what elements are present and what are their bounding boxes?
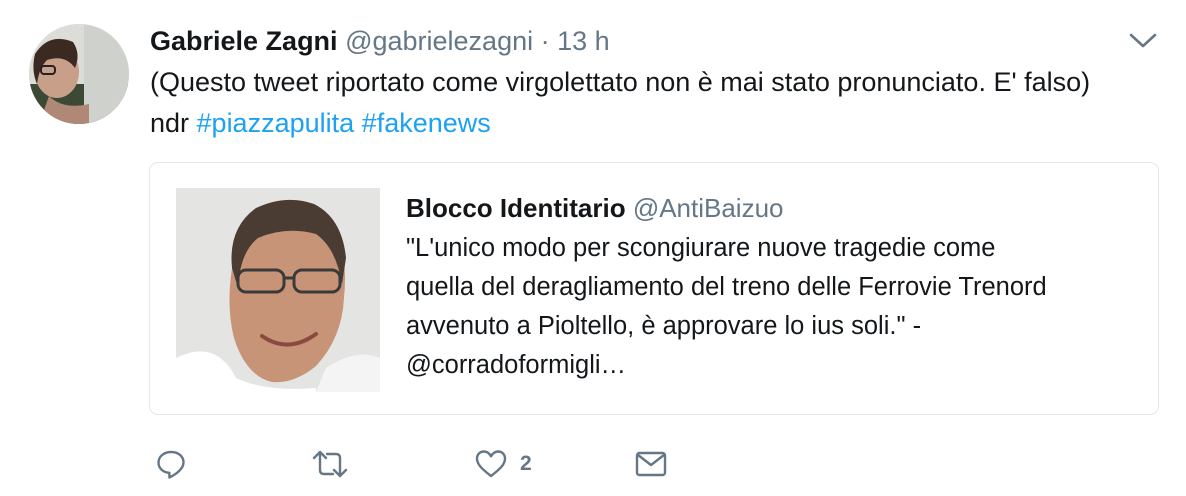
- quoted-tweet-photo[interactable]: [176, 188, 380, 392]
- more-options-chevron-down-icon[interactable]: [1128, 30, 1158, 52]
- retweet-icon: [312, 448, 348, 480]
- reply-button[interactable]: [155, 444, 187, 484]
- quoted-tweet-card[interactable]: Blocco Identitario @AntiBaizuo "L'unico …: [149, 162, 1159, 415]
- quoted-text-line: "L'unico modo per scongiurare nuove trag…: [406, 234, 996, 262]
- tweet-text-line: (Questo tweet riportato come virgolettat…: [150, 67, 1091, 97]
- hashtag-link[interactable]: #fakenews: [362, 108, 491, 138]
- quoted-text-line: quella del deragliamento del treno delle…: [406, 273, 1047, 301]
- like-count: 2: [520, 452, 532, 475]
- quoted-author-name[interactable]: Blocco Identitario: [406, 193, 626, 223]
- quoted-tweet-text: "L'unico modo per scongiurare nuove trag…: [406, 229, 1126, 385]
- tweet-text: (Questo tweet riportato come virgolettat…: [150, 62, 1160, 144]
- author-avatar[interactable]: [29, 24, 129, 124]
- header-separator: ·: [540, 26, 550, 56]
- hashtag-link[interactable]: #piazzapulita: [197, 108, 355, 138]
- quoted-author-handle[interactable]: @AntiBaizuo: [633, 193, 784, 223]
- quoted-text-line: avvenuto a Pioltello, è approvare lo ius…: [406, 312, 922, 340]
- retweet-button[interactable]: [312, 444, 348, 484]
- tweet-header: Gabriele Zagni @gabrielezagni · 13 h: [150, 24, 610, 58]
- tweet-timestamp[interactable]: 13 h: [557, 26, 610, 56]
- direct-message-button[interactable]: [634, 444, 668, 484]
- envelope-icon: [634, 448, 668, 480]
- tweet-text-prefix: ndr: [150, 108, 197, 138]
- tweet: Gabriele Zagni @gabrielezagni · 13 h (Qu…: [0, 0, 1186, 496]
- heart-icon: [474, 448, 508, 480]
- reply-icon: [155, 448, 187, 480]
- quoted-text-line: @corradoformigli…: [406, 351, 627, 379]
- tweet-text-line: ndr #piazzapulita #fakenews: [150, 103, 1160, 144]
- author-name[interactable]: Gabriele Zagni: [150, 26, 338, 56]
- like-button[interactable]: 2: [474, 444, 532, 484]
- quoted-tweet-header: Blocco Identitario @AntiBaizuo: [406, 191, 784, 225]
- author-handle[interactable]: @gabrielezagni: [345, 26, 533, 56]
